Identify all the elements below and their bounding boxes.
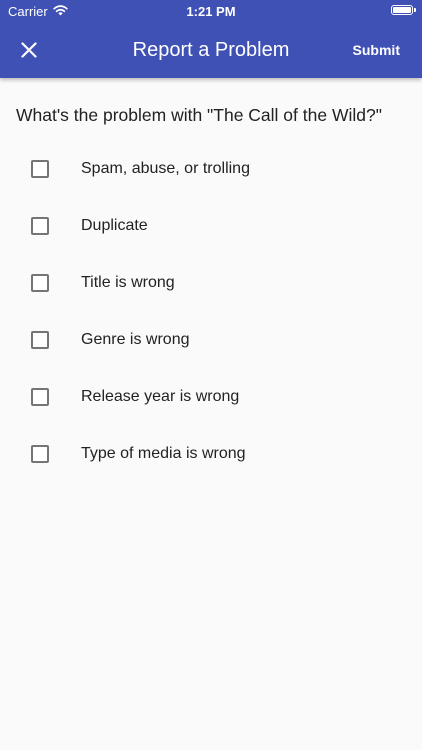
option-release-year-wrong[interactable]: Release year is wrong <box>0 368 422 425</box>
checkbox[interactable] <box>31 217 49 235</box>
option-label: Type of media is wrong <box>81 445 246 462</box>
checkbox[interactable] <box>31 445 49 463</box>
status-bar: Carrier 1:21 PM <box>0 0 422 22</box>
option-media-type-wrong[interactable]: Type of media is wrong <box>0 425 422 482</box>
option-label: Title is wrong <box>81 274 175 291</box>
option-label: Release year is wrong <box>81 388 240 405</box>
checkbox[interactable] <box>31 274 49 292</box>
question-text: What's the problem with "The Call of the… <box>16 105 382 125</box>
problem-options-list: Spam, abuse, or trolling Duplicate Title… <box>0 140 422 482</box>
option-title-wrong[interactable]: Title is wrong <box>0 254 422 311</box>
checkbox[interactable] <box>31 160 49 178</box>
status-time: 1:21 PM <box>186 4 236 19</box>
checkbox[interactable] <box>31 388 49 406</box>
option-duplicate[interactable]: Duplicate <box>0 197 422 254</box>
navigation-bar: Report a Problem Submit <box>0 22 422 78</box>
option-label: Genre is wrong <box>81 331 190 348</box>
battery-icon <box>391 5 416 15</box>
app-bar: Carrier 1:21 PM Report a Problem Submit <box>0 0 422 78</box>
submit-button[interactable]: Submit <box>353 40 400 60</box>
checkbox[interactable] <box>31 331 49 349</box>
option-label: Duplicate <box>81 217 148 234</box>
option-label: Spam, abuse, or trolling <box>81 160 250 177</box>
option-spam[interactable]: Spam, abuse, or trolling <box>0 140 422 197</box>
option-genre-wrong[interactable]: Genre is wrong <box>0 311 422 368</box>
